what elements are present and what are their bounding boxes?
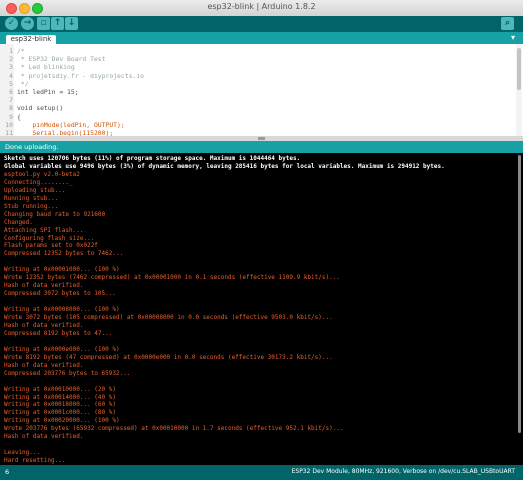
code-text: * projetsdiy.fr - diyprojects.io [17,71,144,80]
code-text: * ESP32 Dev Board Test [17,55,106,64]
console-output[interactable]: Sketch uses 120706 bytes (11%) of progra… [0,153,523,465]
open-sketch-button[interactable]: ↑ [51,17,64,30]
verify-button[interactable]: ✓ [5,17,18,30]
window-title: esp32-blink | Arduino 1.8.2 [207,2,316,11]
console-line: Compressed 203776 bytes to 65932... [4,369,131,377]
status-message: Done uploading. [5,143,59,151]
code-editor[interactable]: 1/* 2 * ESP32 Dev Board Test 3 * Led blink… [0,44,523,136]
code-text: { [17,112,21,121]
console-line: Hash of data verified. [4,282,84,290]
console-line: Compressed 8192 bytes to 47... [4,329,113,337]
divider-grip-icon[interactable] [258,137,265,140]
tab-esp32-blink[interactable]: esp32-blink [6,35,56,44]
console-line: Flash params set to 0x022f [4,242,98,250]
console-scrollbar-thumb[interactable] [518,155,521,433]
editor-scrollbar-thumb[interactable] [517,48,521,90]
console-line: Configuring flash size... [4,234,95,242]
console-line: Stub running... [4,202,59,210]
code-text: int ledPin = 15; [17,88,79,96]
console-line: Hash of data verified. [4,361,84,369]
code-text: /* [17,47,25,55]
board-info: ESP32 Dev Module, 80MHz, 921600, Verbose… [291,468,515,475]
code-line: 11 Serial.begin(115200); [0,129,113,136]
console-line: Writing at 0x00020000... (100 %) [4,417,120,425]
console-line: Hash of data verified. [4,321,84,329]
code-text: Serial.begin(115200); [17,129,114,136]
console-line: Hash of data verified. [4,433,84,441]
console-line: Wrote 12352 bytes (7462 compressed) at 0… [4,274,340,282]
line-number: 11 [5,129,13,136]
arrow-down-icon: ↓ [67,18,76,28]
console-line: Writing at 0x00010000... (20 %) [4,385,116,393]
arrow-right-icon: → [23,18,32,28]
console-line: Wrote 8192 bytes (47 compressed) at 0x00… [4,353,333,361]
new-file-icon: ▫ [40,18,47,28]
console-line: Compressed 3072 bytes to 105... [4,290,116,298]
console-line: Hard resetting... [4,457,66,465]
console-line: Writing at 0x00001000... (100 %) [4,266,120,274]
arduino-ide-window: esp32-blink | Arduino 1.8.2 ✓ → ▫ ↑ ↓ ⌕ … [0,0,523,480]
serial-monitor-button[interactable]: ⌕ [501,17,514,30]
console-line: Leaving... [4,449,41,457]
console-line: Writing at 0x0001c000... (80 %) [4,409,116,417]
console-line: Wrote 203776 bytes (65932 compressed) at… [4,425,344,433]
console-line: Compressed 12352 bytes to 7462... [4,250,124,258]
console-line: Changing baud rate to 921600 [4,210,106,218]
console-line: Wrote 3072 bytes (105 compressed) at 0x0… [4,314,333,321]
toolbar: ✓ → ▫ ↑ ↓ ⌕ [0,16,523,32]
console-line: Sketch uses 120706 bytes (11%) of progra… [4,155,301,162]
console-line: Global variables use 9496 bytes (3%) of … [4,162,445,170]
code-text: * Led blinking [17,63,75,72]
console-line: Attaching SPI flash... [4,226,84,234]
save-sketch-button[interactable]: ↓ [65,17,78,30]
console-line: Writing at 0x00014000... (40 %) [4,393,116,401]
console-line: Writing at 0x00008000... (100 %) [4,306,120,314]
cursor-line-number: 6 [5,468,10,476]
console-line: Connecting........_ [4,178,73,186]
upload-button[interactable]: → [21,17,34,30]
footer-bar: 6 ESP32 Dev Module, 80MHz, 921600, Verbo… [0,465,523,480]
code-text: pinMode(ledPin, OUTPUT); [17,120,125,129]
console-line: Writing at 0x0000e000... (100 %) [4,345,120,353]
code-text: */ [17,79,29,88]
console-line: Running stub... [4,194,59,202]
magnifier-icon: ⌕ [504,18,511,28]
tab-menu-icon[interactable]: ▾ [511,33,515,42]
check-icon: ✓ [7,18,16,28]
console-line: esptool.py v2.0-beta2 [4,170,80,178]
code-text: void setup() [17,104,64,113]
arrow-up-icon: ↑ [53,18,62,28]
console-line: Writing at 0x00018000... (60 %) [4,401,116,409]
tab-bar: esp32-blink ▾ [0,32,523,44]
status-bar: Done uploading. [0,141,523,153]
console-line: Changed. [4,218,33,226]
new-sketch-button[interactable]: ▫ [37,17,50,30]
title-bar: esp32-blink | Arduino 1.8.2 [0,0,523,17]
console-line: Uploading stub... [4,186,66,194]
